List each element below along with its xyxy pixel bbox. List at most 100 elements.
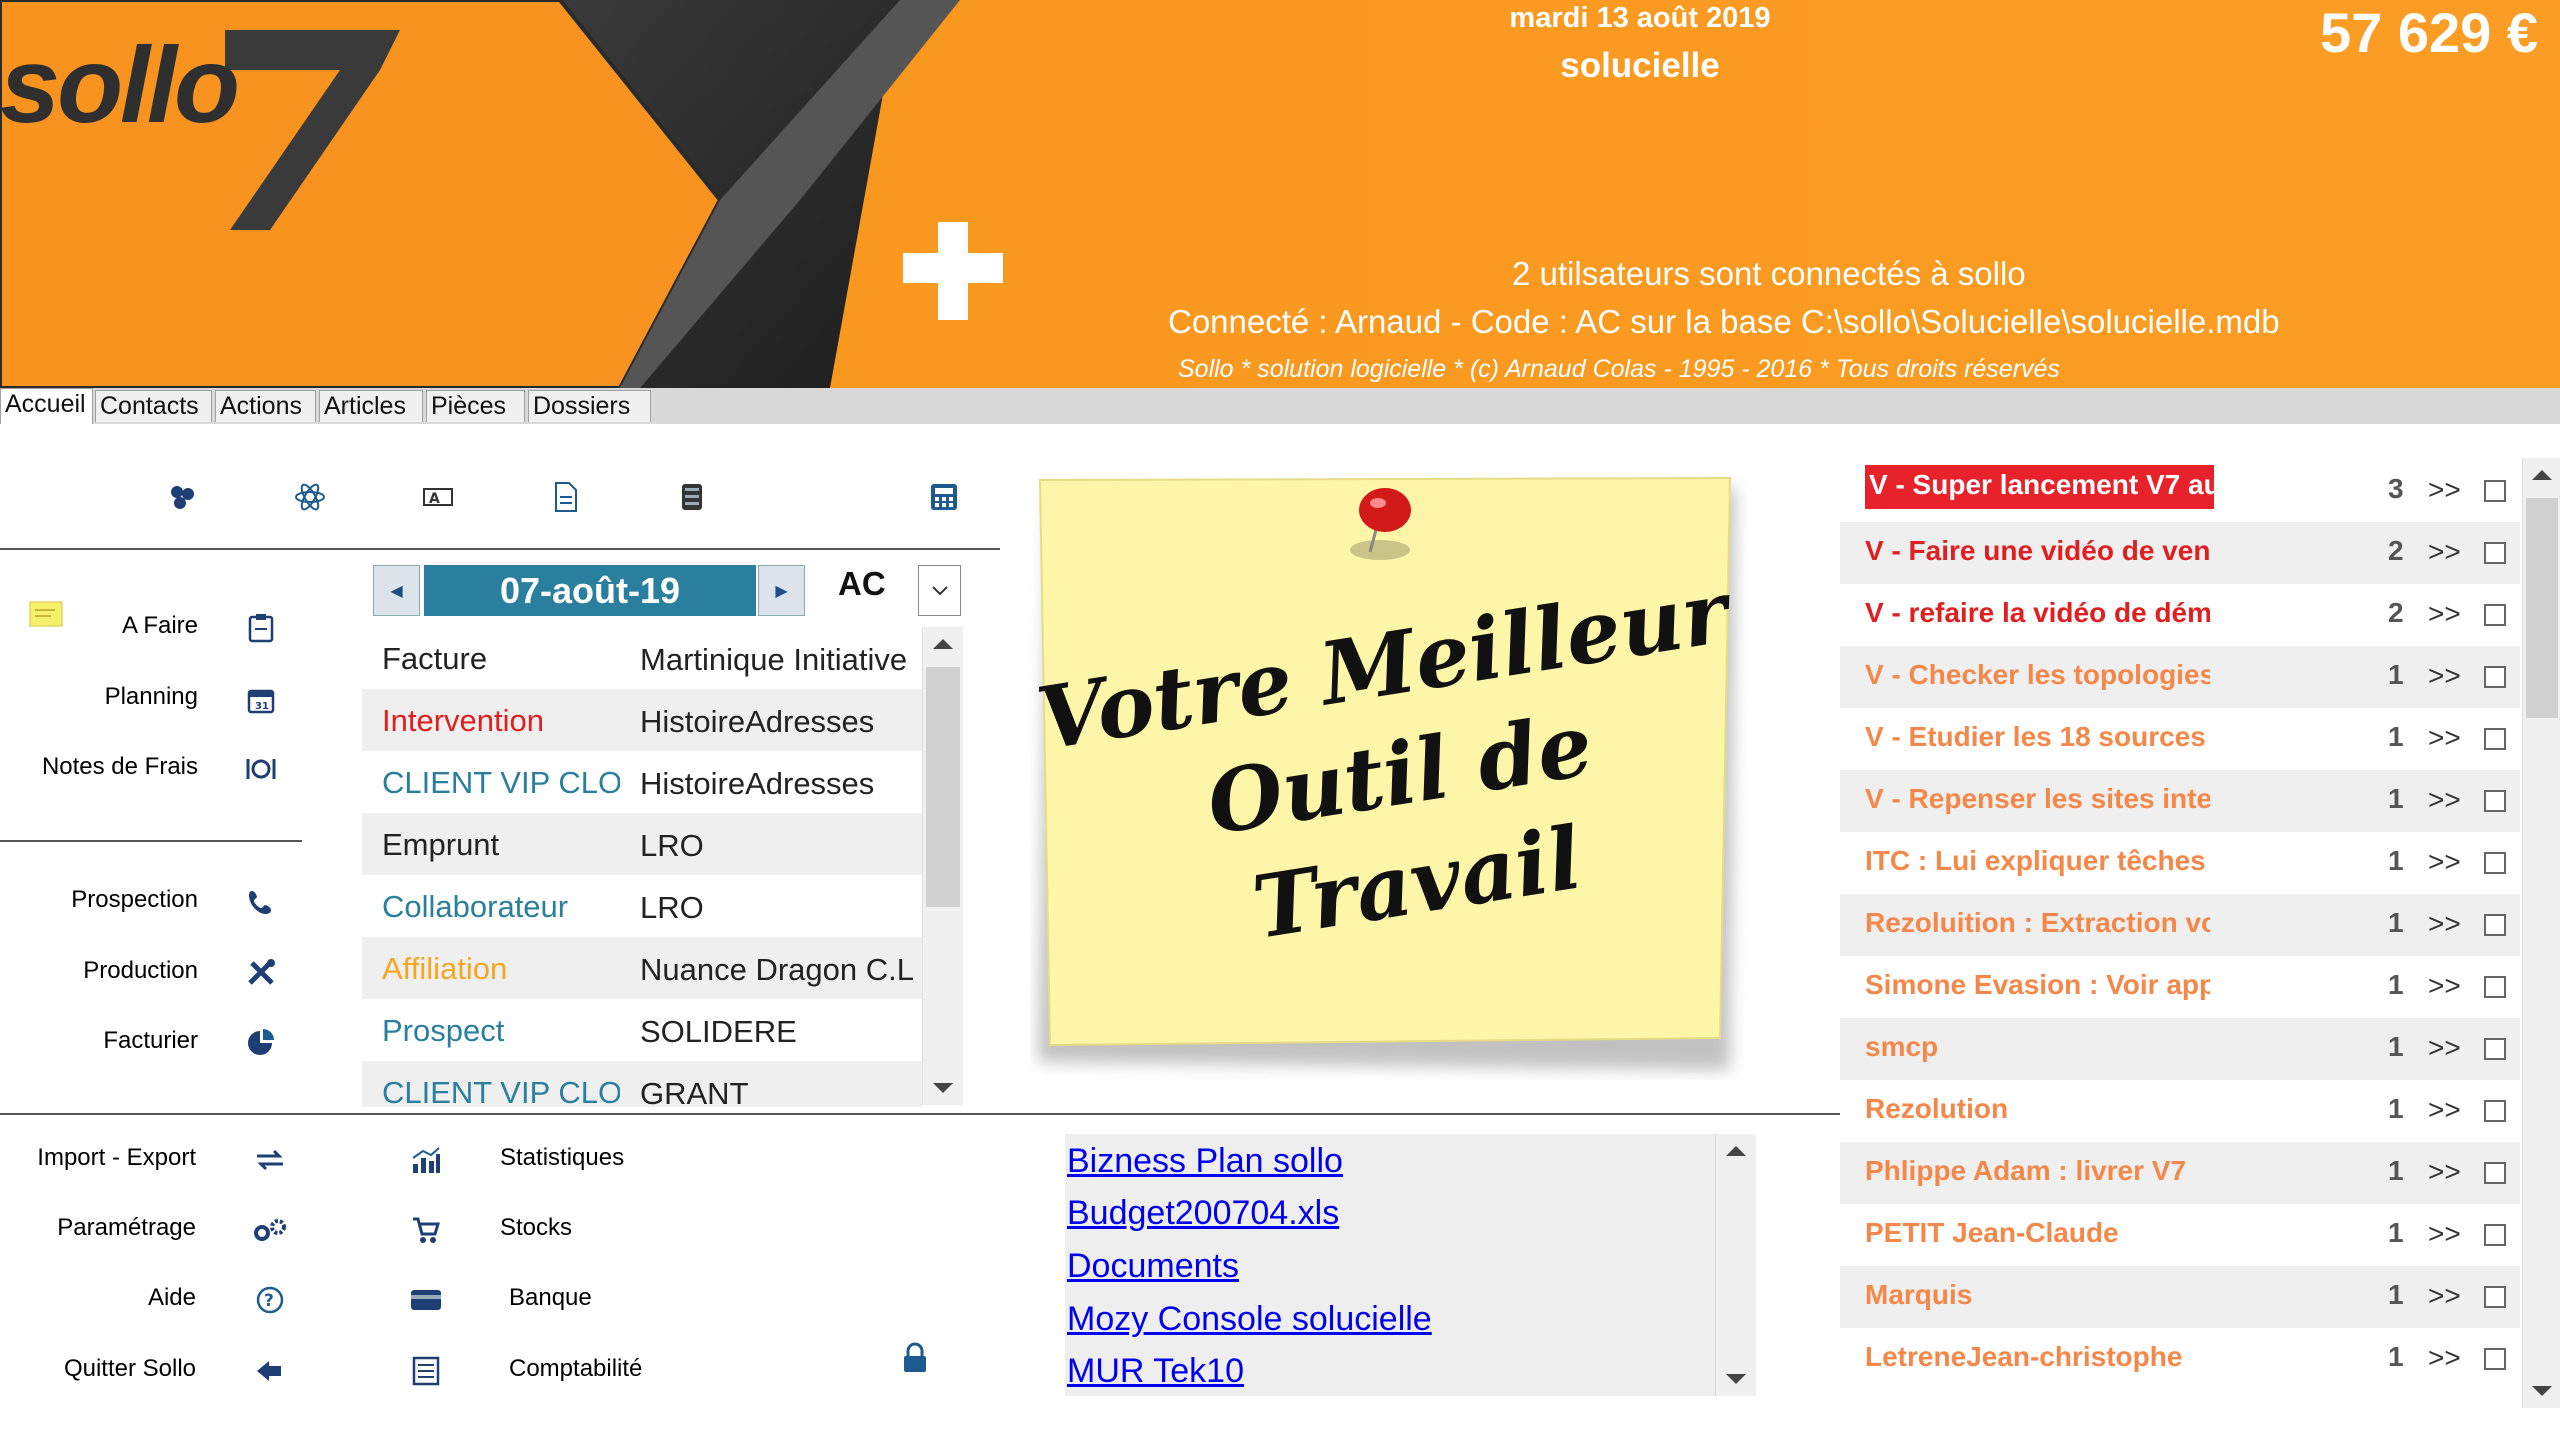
- task-row[interactable]: Marquis 1 >>: [1840, 1266, 2520, 1328]
- menu-statistiques[interactable]: Statistiques: [500, 1144, 624, 1172]
- tab-pieces[interactable]: Pièces: [426, 390, 525, 422]
- cart-icon[interactable]: [406, 1212, 446, 1248]
- calculator-icon[interactable]: [924, 480, 964, 514]
- contacts-icon[interactable]: [162, 480, 202, 514]
- expenses-icon[interactable]: [241, 751, 281, 787]
- task-checkbox[interactable]: [2484, 1348, 2506, 1370]
- menu-prospection[interactable]: Prospection: [20, 886, 198, 914]
- task-row[interactable]: smcp 1 >>: [1840, 1018, 2520, 1080]
- scroll-down-arrow[interactable]: [1716, 1362, 1756, 1396]
- phone-icon[interactable]: [241, 884, 281, 920]
- task-row[interactable]: V - Super lancement V7 aux Clients 3 >>: [1840, 460, 2520, 522]
- tab-accueil[interactable]: Accueil: [0, 388, 93, 424]
- swap-arrows-icon[interactable]: [250, 1142, 290, 1178]
- task-open-button[interactable]: >>: [2428, 784, 2461, 816]
- task-checkbox[interactable]: [2484, 1038, 2506, 1060]
- task-checkbox[interactable]: [2484, 790, 2506, 812]
- menu-planning[interactable]: Planning: [60, 683, 198, 711]
- menu-import-export[interactable]: Import - Export: [0, 1144, 196, 1172]
- clipboard-icon[interactable]: [241, 610, 281, 646]
- date-next-button[interactable]: ▶: [758, 565, 805, 616]
- task-row[interactable]: V - refaire la vidéo de démonstration 2 >>: [1840, 584, 2520, 646]
- tab-actions[interactable]: Actions: [215, 390, 316, 422]
- task-checkbox[interactable]: [2484, 852, 2506, 874]
- calendar-icon[interactable]: 31: [241, 682, 281, 718]
- menu-parametrage[interactable]: Paramétrage: [0, 1214, 196, 1242]
- ledger-icon[interactable]: [406, 1353, 446, 1389]
- document-link[interactable]: Mozy Console solucielle: [1067, 1300, 1432, 1339]
- menu-banque[interactable]: Banque: [509, 1284, 592, 1312]
- scroll-up-arrow[interactable]: [2523, 458, 2560, 492]
- menu-quitter[interactable]: Quitter Sollo: [0, 1355, 196, 1383]
- task-row[interactable]: PETIT Jean-Claude 1 >>: [1840, 1204, 2520, 1266]
- task-row[interactable]: V - Etudier les 18 sources de trafic 1 >>: [1840, 708, 2520, 770]
- task-open-button[interactable]: >>: [2428, 536, 2461, 568]
- task-checkbox[interactable]: [2484, 542, 2506, 564]
- activity-row[interactable]: Collaborateur LRO: [362, 875, 922, 937]
- documents-scrollbar[interactable]: [1715, 1134, 1756, 1396]
- task-open-button[interactable]: >>: [2428, 1156, 2461, 1188]
- task-open-button[interactable]: >>: [2428, 1342, 2461, 1374]
- document-link[interactable]: Budget200704.xls: [1067, 1194, 1339, 1233]
- task-row[interactable]: V - Repenser les sites internet 1 >>: [1840, 770, 2520, 832]
- scroll-thumb[interactable]: [926, 667, 960, 907]
- tab-articles[interactable]: Articles: [319, 390, 423, 422]
- task-row[interactable]: V - Checker les topologies de revenus 1 >>: [1840, 646, 2520, 708]
- menu-stocks[interactable]: Stocks: [500, 1214, 572, 1242]
- network-icon[interactable]: [290, 480, 330, 514]
- task-list-scrollbar[interactable]: [2522, 458, 2560, 1408]
- task-row[interactable]: Simone Evasion : Voir apperçu avant 1 >>: [1840, 956, 2520, 1018]
- task-open-button[interactable]: >>: [2428, 846, 2461, 878]
- credit-card-icon[interactable]: [406, 1282, 446, 1318]
- date-display[interactable]: 07-août-19: [424, 565, 756, 616]
- font-icon[interactable]: A: [418, 480, 458, 514]
- task-open-button[interactable]: >>: [2428, 1218, 2461, 1250]
- activity-row[interactable]: CLIENT VIP CLOUD HistoireAdresses: [362, 751, 922, 813]
- activity-row[interactable]: Intervention HistoireAdresses: [362, 689, 922, 751]
- task-open-button[interactable]: >>: [2428, 722, 2461, 754]
- tab-dossiers[interactable]: Dossiers: [528, 390, 651, 422]
- gears-icon[interactable]: [250, 1212, 290, 1248]
- task-checkbox[interactable]: [2484, 976, 2506, 998]
- task-row[interactable]: Rezolution 1 >>: [1840, 1080, 2520, 1142]
- database-icon[interactable]: [672, 480, 712, 514]
- menu-facturier[interactable]: Facturier: [20, 1027, 198, 1055]
- document-link[interactable]: Bizness Plan sollo: [1067, 1142, 1343, 1181]
- task-checkbox[interactable]: [2484, 604, 2506, 626]
- menu-notes-de-frais[interactable]: Notes de Frais: [0, 753, 198, 781]
- lock-icon[interactable]: [895, 1338, 935, 1378]
- task-row[interactable]: LetreneJean-christophe 1 >>: [1840, 1328, 2520, 1390]
- scroll-down-arrow[interactable]: [923, 1071, 963, 1105]
- help-icon[interactable]: ?: [250, 1282, 290, 1318]
- task-checkbox[interactable]: [2484, 1286, 2506, 1308]
- task-open-button[interactable]: >>: [2428, 1094, 2461, 1126]
- activity-row[interactable]: CLIENT VIP CLOUD GRANT: [362, 1061, 922, 1107]
- menu-production[interactable]: Production: [20, 957, 198, 985]
- task-row[interactable]: Rezoluition : Extraction voir avec 1 >>: [1840, 894, 2520, 956]
- scroll-up-arrow[interactable]: [923, 627, 963, 661]
- task-open-button[interactable]: >>: [2428, 660, 2461, 692]
- activity-list-scrollbar[interactable]: [922, 627, 963, 1105]
- scroll-up-arrow[interactable]: [1716, 1134, 1756, 1168]
- tools-icon[interactable]: [241, 955, 281, 991]
- document-link[interactable]: Documents: [1067, 1247, 1239, 1286]
- task-checkbox[interactable]: [2484, 1224, 2506, 1246]
- task-row[interactable]: V - Faire une vidéo de vente sur la V7 2 >…: [1840, 522, 2520, 584]
- task-open-button[interactable]: >>: [2428, 1280, 2461, 1312]
- task-checkbox[interactable]: [2484, 480, 2506, 502]
- task-open-button[interactable]: >>: [2428, 1032, 2461, 1064]
- task-row[interactable]: Phlippe Adam : livrer V7 1 >>: [1840, 1142, 2520, 1204]
- activity-row[interactable]: Emprunt LRO: [362, 813, 922, 875]
- activity-row[interactable]: Affiliation Nuance Dragon C.L: [362, 937, 922, 999]
- document-icon[interactable]: [546, 480, 586, 514]
- activity-row[interactable]: Prospect SOLIDERE: [362, 999, 922, 1061]
- task-checkbox[interactable]: [2484, 728, 2506, 750]
- task-checkbox[interactable]: [2484, 666, 2506, 688]
- menu-a-faire[interactable]: A Faire: [60, 612, 198, 640]
- task-open-button[interactable]: >>: [2428, 474, 2461, 506]
- pie-chart-icon[interactable]: [241, 1025, 281, 1061]
- menu-aide[interactable]: Aide: [0, 1284, 196, 1312]
- tab-contacts[interactable]: Contacts: [95, 390, 212, 422]
- scroll-thumb[interactable]: [2526, 498, 2558, 718]
- document-link[interactable]: MUR Tek10: [1067, 1352, 1244, 1391]
